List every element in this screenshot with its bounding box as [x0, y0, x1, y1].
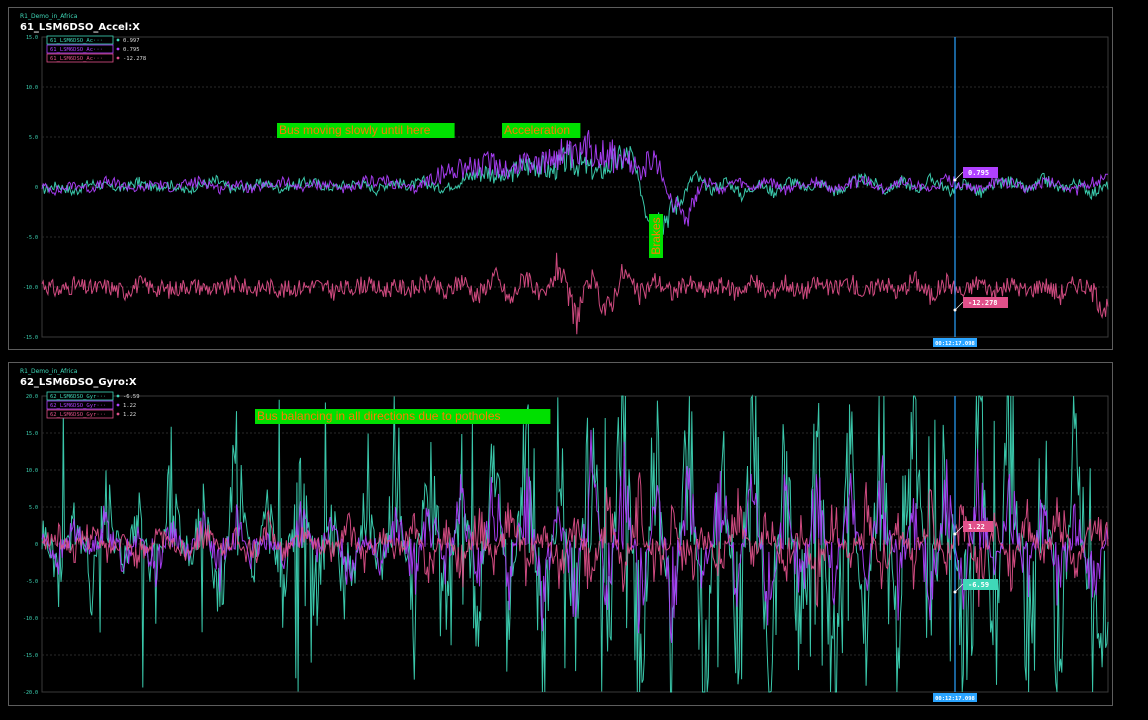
value-label: -6.59 — [968, 581, 989, 589]
legend-value: -12.278 — [123, 56, 146, 62]
y-tick-label: -15.0 — [23, 653, 38, 659]
value-label: 0.795 — [968, 169, 989, 177]
annotation-text: Acceleration — [504, 123, 570, 137]
y-tick-label: -10.0 — [23, 285, 38, 291]
value-leader — [954, 171, 964, 181]
value-point — [953, 532, 957, 536]
y-tick-label: -5.0 — [26, 579, 38, 585]
value-point — [953, 178, 957, 182]
value-point — [953, 308, 957, 312]
y-tick-label: 10.0 — [26, 85, 38, 91]
cursor-time-label: 00:12:17.098 — [935, 341, 975, 347]
legend-value: -6.59 — [123, 394, 140, 400]
legend-value: 1.22 — [123, 403, 136, 409]
y-tick-label: 0 — [35, 542, 38, 548]
y-tick-label: 5.0 — [29, 135, 38, 141]
legend-name: 62_LSM6DSO_Gyr··· — [50, 403, 106, 409]
legend-name: 62_LSM6DSO_Gyr··· — [50, 412, 106, 418]
legend-dot — [116, 394, 120, 398]
annotation-text: Bus balancing in all directions due to p… — [257, 409, 501, 423]
legend-name: 62_LSM6DSO_Gyr··· — [50, 394, 106, 400]
legend-dot — [116, 412, 120, 416]
series-line — [41, 252, 1109, 335]
value-point — [953, 590, 957, 594]
legend-dot — [116, 56, 120, 60]
y-tick-label: -15.0 — [23, 335, 38, 341]
y-tick-label: 15.0 — [26, 431, 38, 437]
legend-name: 61_LSM6DSO_Ac··· — [50, 56, 103, 62]
legend-value: 0.997 — [123, 38, 140, 44]
annotation-text: Bus moving slowly until here — [279, 123, 431, 137]
legend-dot — [116, 47, 120, 51]
y-tick-label: 0 — [35, 185, 38, 191]
y-tick-label: -20.0 — [23, 690, 38, 696]
value-leader — [954, 301, 964, 311]
y-tick-label: -5.0 — [26, 235, 38, 241]
annotation-text: Brakes — [649, 217, 663, 254]
y-tick-label: 20.0 — [26, 394, 38, 400]
legend-dot — [116, 403, 120, 407]
value-label: 1.22 — [968, 523, 985, 531]
legend-value: 0.795 — [123, 47, 140, 53]
y-tick-label: 15.0 — [26, 35, 38, 41]
y-tick-label: 10.0 — [26, 468, 38, 474]
y-tick-label: 5.0 — [29, 505, 38, 511]
accel-chart[interactable]: 15.0 10.0 5.0 0 -5.0 -10.0 -15.0 61_LSM6DSO_Ac·… — [0, 0, 1148, 360]
legend-value: 1.22 — [123, 412, 136, 418]
legend-dot — [116, 38, 120, 42]
series-line — [41, 129, 1108, 227]
value-label: -12.278 — [968, 299, 998, 307]
series-line — [41, 144, 1109, 237]
gyro-chart[interactable]: 20.0 15.0 10.0 5.0 0 -5.0 -10.0 -15.0 -20.0 62_LS… — [0, 360, 1148, 720]
cursor-time-label: 00:12:17.098 — [935, 696, 975, 702]
y-tick-label: -10.0 — [23, 616, 38, 622]
legend-name: 61_LSM6DSO_Ac··· — [50, 47, 103, 53]
legend-name: 61_LSM6DSO_Ac··· — [50, 38, 103, 44]
